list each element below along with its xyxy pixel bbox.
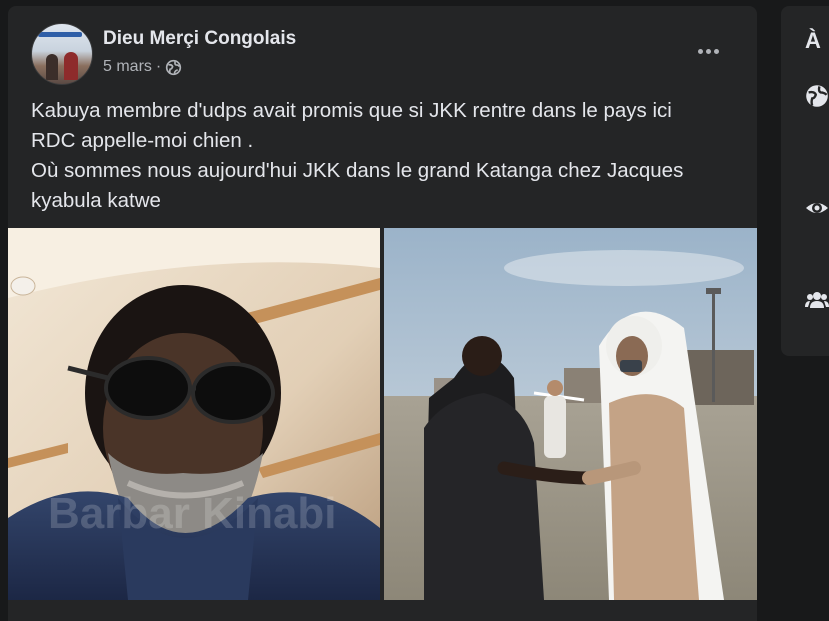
more-options-icon[interactable]	[691, 34, 725, 68]
author-avatar[interactable]	[31, 23, 93, 85]
meta-separator: ·	[155, 58, 162, 75]
author-name[interactable]: Dieu Merçi Congolais	[103, 28, 296, 50]
photo-grid: Barbar Kinabi	[8, 228, 757, 600]
globe-icon	[806, 85, 828, 107]
post-card: Dieu Merçi Congolais 5 mars · Kabuya mem…	[8, 6, 757, 621]
post-timestamp[interactable]: 5 mars	[103, 58, 152, 76]
post-text-line: Kabuya membre d'udps avait promis que si…	[31, 99, 672, 122]
photo-airport-meeting[interactable]	[384, 228, 757, 600]
post-text: Kabuya membre d'udps avait promis que si…	[31, 96, 741, 216]
eye-icon	[806, 203, 828, 213]
post-meta: 5 mars ·	[103, 58, 182, 76]
globe-icon[interactable]	[165, 59, 182, 76]
post-text-line: kyabula katwe	[31, 189, 161, 212]
right-panel: À	[781, 6, 829, 356]
group-icon	[805, 292, 829, 308]
post-text-line: Où sommes nous aujourd'hui JKK dans le g…	[31, 159, 684, 182]
right-panel-title: À	[805, 28, 821, 53]
photo-selfie[interactable]: Barbar Kinabi	[8, 228, 380, 600]
watermark-text: Barbar Kinabi	[48, 489, 337, 538]
post-text-line: RDC appelle-moi chien .	[31, 129, 254, 152]
